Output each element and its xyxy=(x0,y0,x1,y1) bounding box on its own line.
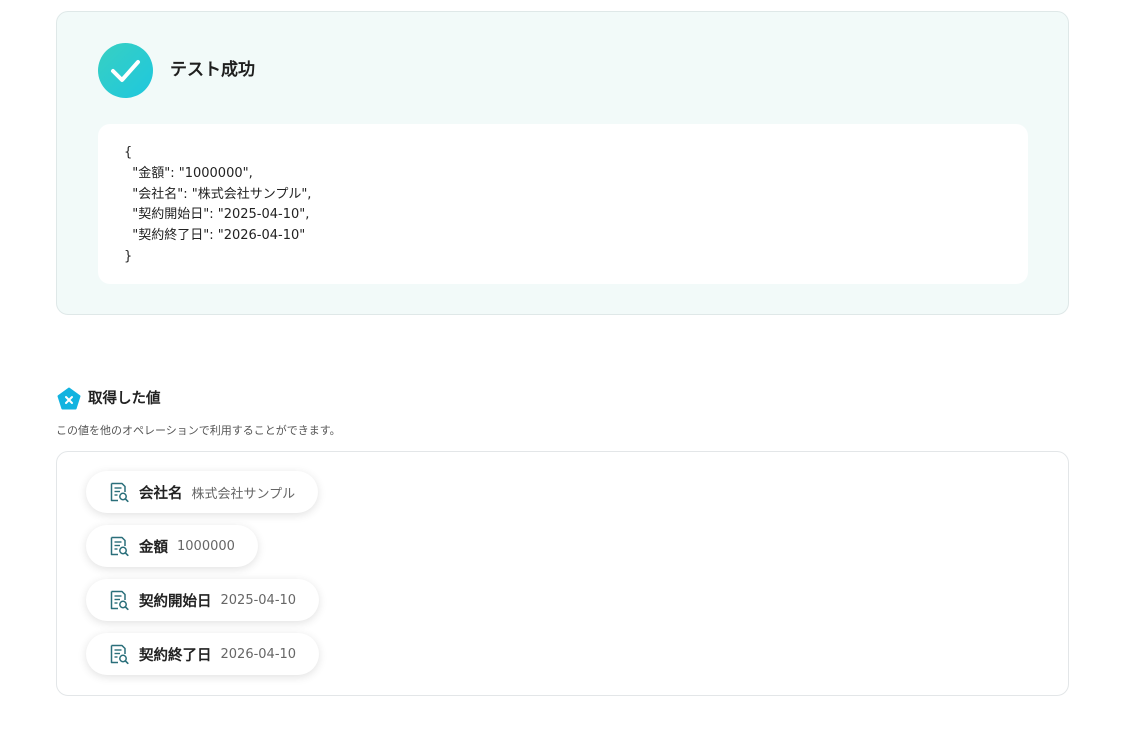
value-chip[interactable]: 会社名 株式会社サンプル xyxy=(86,471,319,513)
value-chip[interactable]: 金額 1000000 xyxy=(86,525,258,567)
obtained-values-description: この値を他のオペレーションで利用することができます。 xyxy=(56,424,341,437)
test-result-card: テスト成功 { "金額": "1000000", "会社名": "株式会社サンプ… xyxy=(56,11,1069,315)
value-chip-name: 契約終了日 xyxy=(139,647,212,664)
json-output-text: { "金額": "1000000", "会社名": "株式会社サンプル", "契… xyxy=(124,145,312,264)
obtained-values-title: 取得した値 xyxy=(88,391,161,407)
value-chip-value: 2026-04-10 xyxy=(220,646,297,662)
value-chip[interactable]: 契約終了日 2026-04-10 xyxy=(86,633,320,675)
value-chip-name: 会社名 xyxy=(139,485,183,502)
variable-x-icon xyxy=(57,387,81,410)
document-search-icon xyxy=(108,535,130,557)
value-chip-value: 株式会社サンプル xyxy=(191,486,296,502)
check-circle-icon xyxy=(98,43,153,98)
obtained-values-list: 会社名 株式会社サンプル金額 1000000 契約開始日 2025-04-10 契約終了日… xyxy=(56,451,1069,696)
document-search-icon xyxy=(108,481,130,503)
value-chip-value: 2025-04-10 xyxy=(220,592,297,608)
value-chip[interactable]: 契約開始日 2025-04-10 xyxy=(86,579,320,621)
value-chip-value: 1000000 xyxy=(177,538,235,554)
json-output-box: { "金額": "1000000", "会社名": "株式会社サンプル", "契… xyxy=(98,124,1028,284)
document-search-icon xyxy=(108,643,130,665)
value-chip-name: 契約開始日 xyxy=(139,593,212,610)
document-search-icon xyxy=(108,589,130,611)
value-chip-name: 金額 xyxy=(139,539,168,556)
test-success-title: テスト成功 xyxy=(170,60,255,80)
